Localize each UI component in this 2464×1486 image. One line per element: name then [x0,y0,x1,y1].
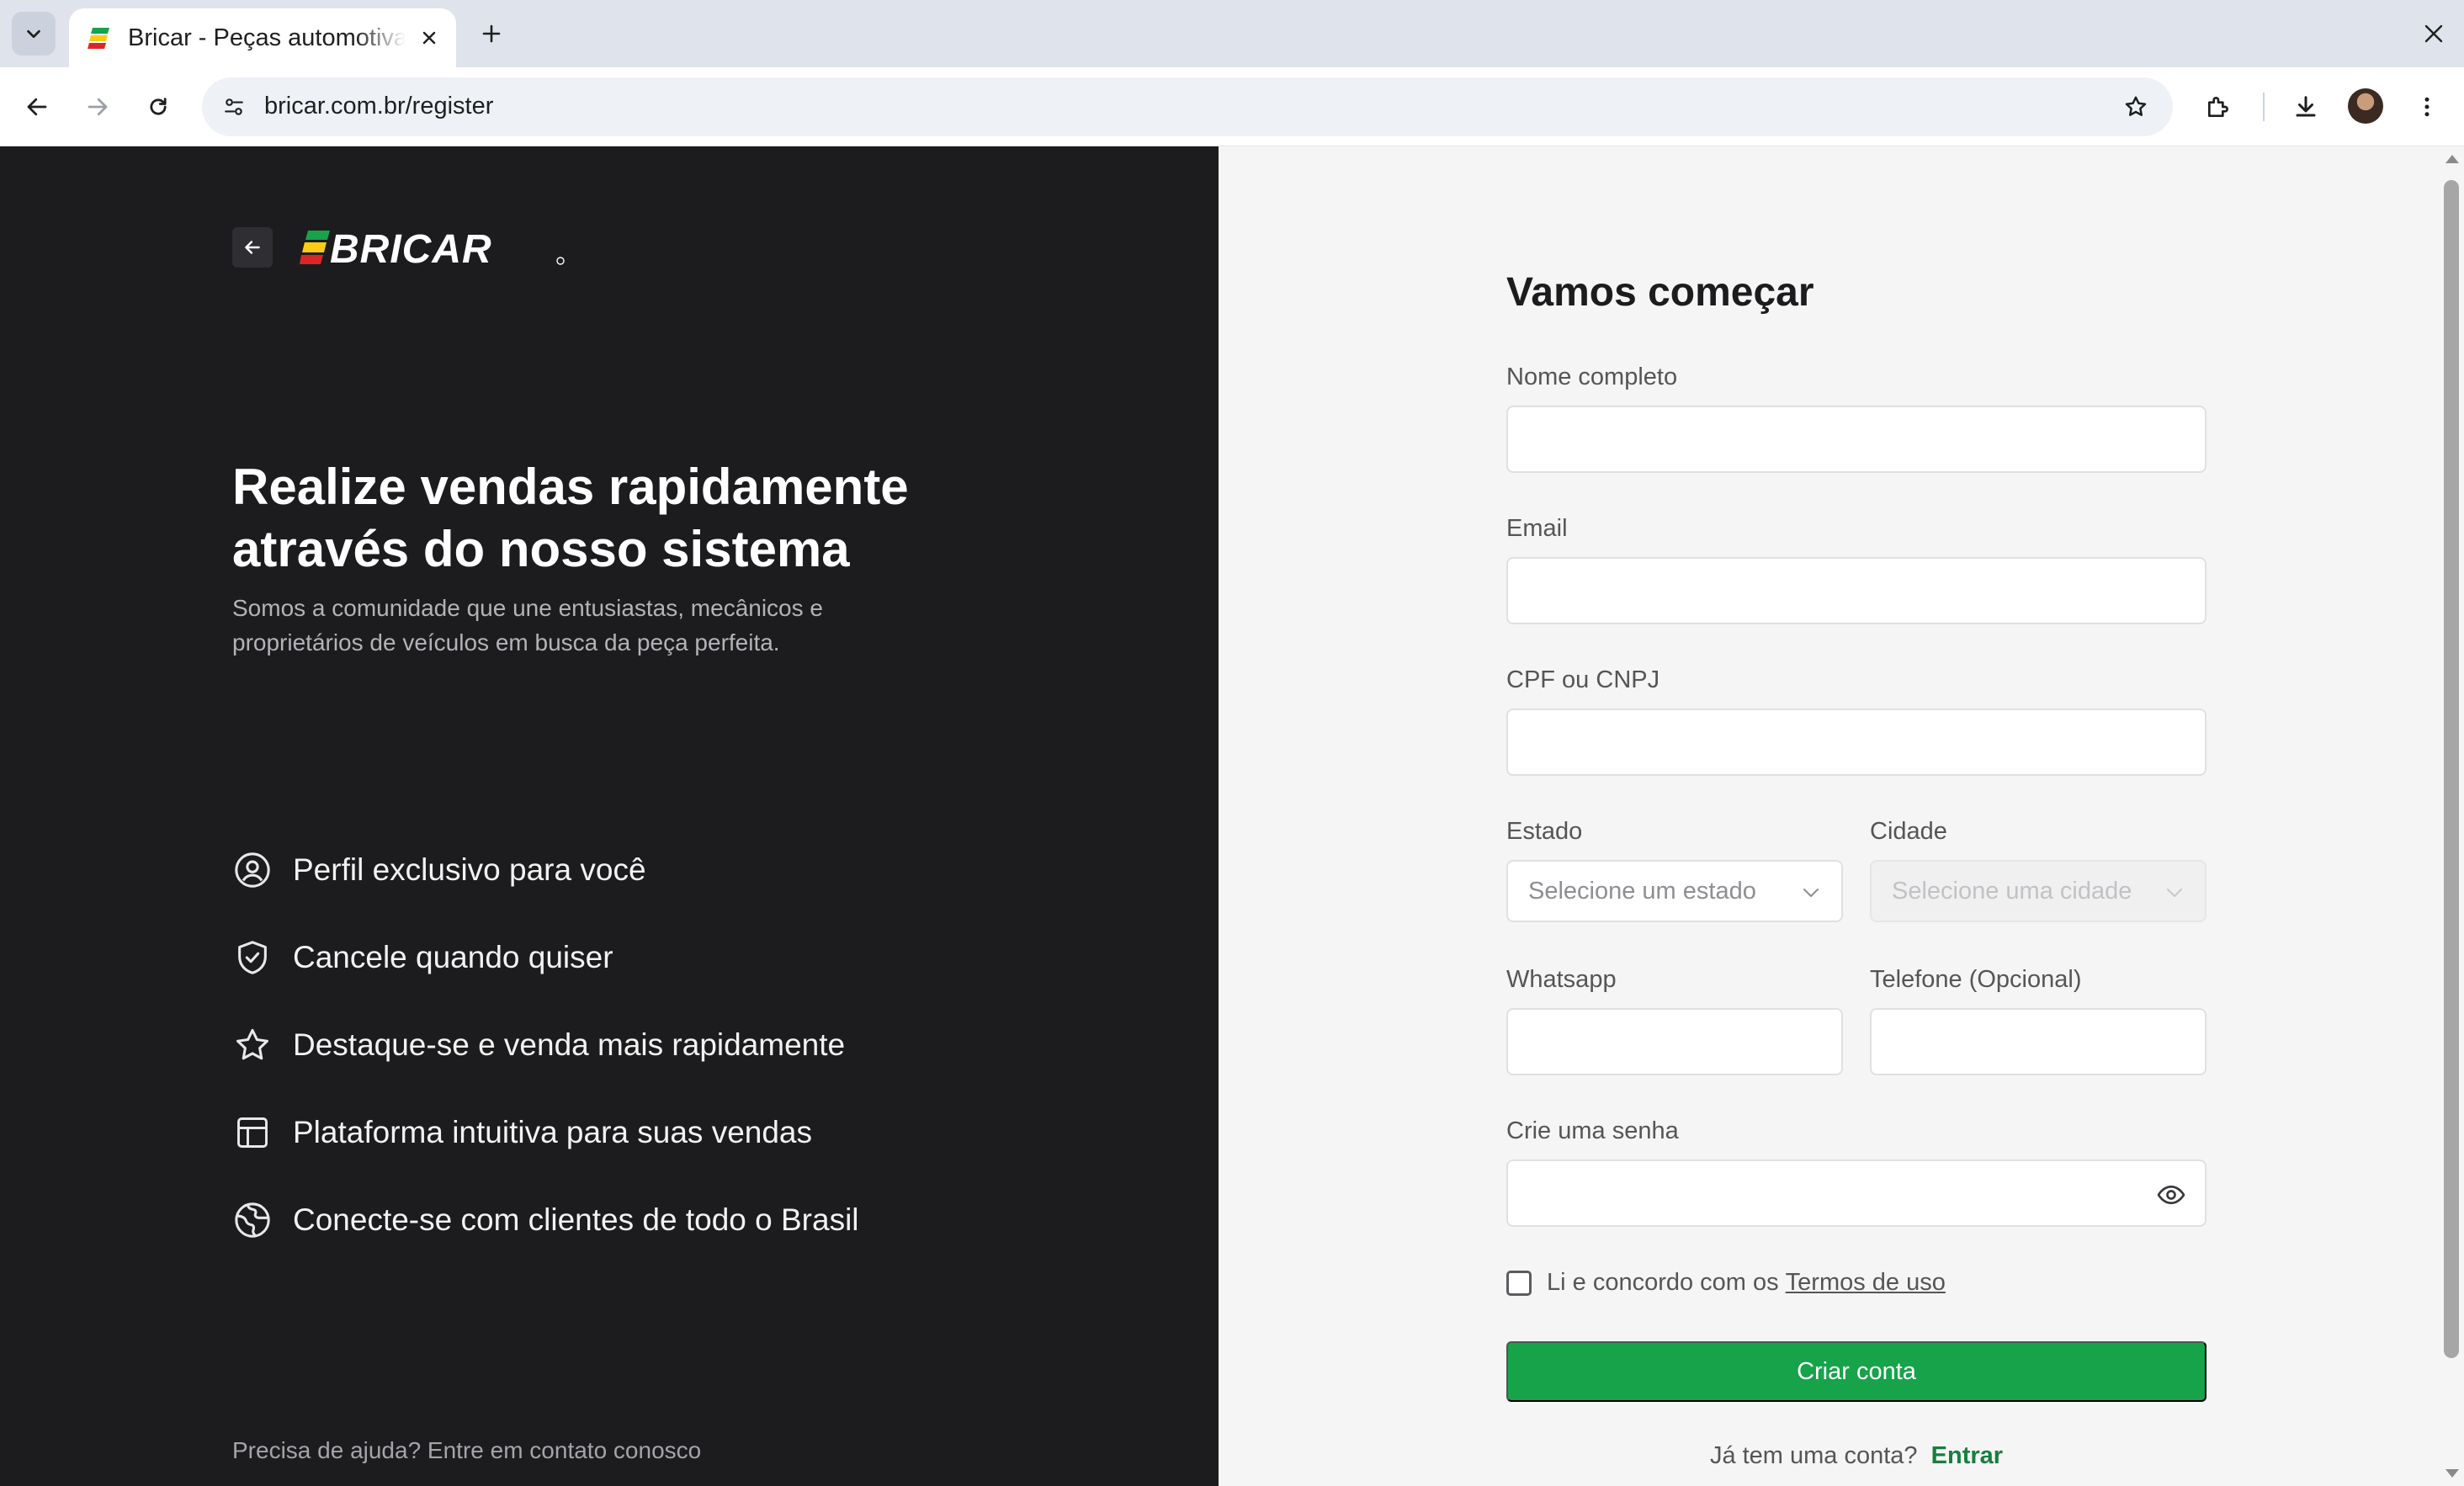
tab-search-button[interactable] [12,12,56,56]
svg-text:BRICAR: BRICAR [330,229,492,266]
state-select-value: Selecione um estado [1528,877,1756,905]
login-prompt: Já tem uma conta? Entrar [1506,1442,2206,1470]
feature-label: Cancele quando quiser [293,940,613,974]
profile-avatar[interactable] [2348,88,2383,124]
marketing-panel: BRICAR Realize vendas rapidamente atravé… [0,146,1219,1486]
shield-check-icon [232,937,273,978]
name-field[interactable] [1506,406,2206,473]
hero-title: Realize vendas rapidamente através do no… [232,456,1074,581]
close-icon [422,31,436,45]
help-contact-link[interactable]: Precisa de ajuda? Entre em contato conos… [232,1437,701,1464]
tune-icon [225,98,243,115]
feature-label: Perfil exclusivo para você [293,852,646,887]
feature-item: Conecte-se com clientes de todo o Brasil [232,1176,859,1264]
arrow-left-icon [245,241,260,254]
feature-item: Cancele quando quiser [232,914,859,1001]
phone-field[interactable] [1870,1008,2206,1075]
arrow-left-icon [27,98,47,116]
close-icon [2424,24,2443,43]
globe-icon [232,1200,273,1240]
password-field[interactable] [1506,1160,2206,1227]
feature-item: Destaque-se e venda mais rapidamente [232,1001,859,1089]
terms-of-use-link[interactable]: Termos de uso [1786,1269,1946,1297]
reload-button[interactable] [138,87,178,127]
arrow-right-icon [88,98,108,116]
email-field[interactable] [1506,557,2206,624]
cpf-cnpj-field[interactable] [1506,709,2206,776]
layout-icon [232,1112,273,1153]
feature-item: Perfil exclusivo para você [232,826,859,914]
new-tab-button[interactable] [473,15,510,52]
terms-text: Li e concordo com os [1547,1269,1779,1296]
star-icon [232,1025,273,1065]
bookmark-button[interactable] [2117,88,2154,125]
register-page: BRICAR Realize vendas rapidamente atravé… [0,146,2464,1486]
downloads-button[interactable] [2286,87,2326,127]
forward-button[interactable] [77,87,118,127]
create-account-button[interactable]: Criar conta [1506,1341,2206,1402]
url-text: bricar.com.br/register [264,93,494,119]
login-link[interactable]: Entrar [1931,1442,2003,1469]
back-link-button[interactable] [232,227,273,268]
eye-icon [2157,1185,2185,1205]
hero-title-line2: através do nosso sistema [232,521,850,577]
name-label: Nome completo [1506,364,1678,390]
scroll-down-arrow[interactable] [2445,1469,2459,1478]
city-select-value: Selecione uma cidade [1892,877,2132,905]
reload-icon [150,98,167,115]
email-label: Email [1506,515,1568,542]
tab-close-button[interactable] [414,23,444,53]
password-label: Crie uma senha [1506,1117,1679,1144]
page-scrollbar[interactable] [2439,146,2464,1486]
login-prompt-text: Já tem uma conta? [1709,1442,1918,1469]
feature-label: Destaque-se e venda mais rapidamente [293,1027,846,1062]
bricar-logo[interactable]: BRICAR [300,229,567,266]
state-select[interactable]: Selecione um estado [1506,860,1843,922]
star-outline-icon [2125,96,2147,116]
scroll-up-arrow[interactable] [2445,155,2459,163]
window-close-button[interactable] [2415,15,2452,52]
city-label: Cidade [1870,818,1947,845]
hero-subtitle: Somos a comunidade que une entusiastas, … [232,591,922,660]
tab-strip: Bricar - Peças automotivas [0,0,2464,67]
bricar-favicon-icon [88,28,109,49]
back-button[interactable] [17,87,57,127]
site-settings-button[interactable] [215,88,252,125]
tab-title: Bricar - Peças automotivas [128,24,406,51]
puzzle-icon [2208,97,2228,117]
browser-tab[interactable]: Bricar - Peças automotivas [69,8,456,67]
chevron-down-icon [27,29,40,39]
feature-label: Conecte-se com clientes de todo o Brasil [293,1202,859,1237]
user-circle-icon [232,850,273,890]
extensions-button[interactable] [2198,87,2238,127]
chevron-down-icon [2167,889,2182,897]
menu-button[interactable] [2407,87,2447,127]
hero-subtitle-line2: proprietários de veículos em busca da pe… [232,629,780,655]
hero-subtitle-line1: Somos a comunidade que une entusiastas, … [232,595,823,621]
form-title: Vamos começar [1506,270,1814,315]
terms-checkbox[interactable] [1506,1270,1532,1296]
more-vertical-icon [2424,97,2429,117]
toolbar-separator [2263,93,2265,121]
download-icon [2296,96,2316,117]
feature-item: Plataforma intuitiva para suas vendas [232,1089,859,1176]
whatsapp-label: Whatsapp [1506,966,1617,993]
plus-icon [482,24,501,43]
hero-title-line1: Realize vendas rapidamente [232,459,909,515]
toggle-password-visibility-button[interactable] [2156,1180,2186,1210]
feature-label: Plataforma intuitiva para suas vendas [293,1115,813,1149]
address-bar[interactable]: bricar.com.br/register [202,77,2173,136]
phone-label: Telefone (Opcional) [1870,966,2082,993]
terms-row: Li e concordo com os Termos de uso [1506,1269,1946,1297]
browser-toolbar: bricar.com.br/register [0,67,2464,146]
state-label: Estado [1506,818,1583,845]
cpf-cnpj-label: CPF ou CNPJ [1506,666,1660,693]
chevron-down-icon [1803,889,1819,897]
feature-list: Perfil exclusivo para você Cancele quand… [232,826,859,1264]
whatsapp-field[interactable] [1506,1008,1843,1075]
scrollbar-thumb[interactable] [2444,180,2459,1358]
city-select[interactable]: Selecione uma cidade [1870,860,2206,922]
